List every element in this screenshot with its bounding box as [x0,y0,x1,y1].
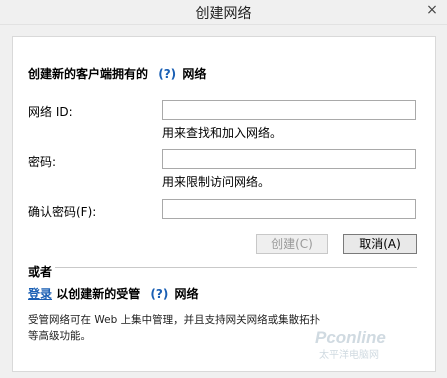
section-managed-heading: 登录 以创建新的受管 (?) 网络 [28,285,199,302]
network-id-input[interactable] [162,100,416,120]
managed-network-description: 受管网络可在 Web 上集中管理，并且支持网关网络或集散拓扑等高级功能。 [28,314,321,342]
cancel-button[interactable]: 取消(A) [343,234,417,254]
dialog-panel: 创建新的客户端拥有的 (?) 网络 网络 ID: 用来查找和加入网络。 密码: … [12,36,436,372]
section-managed-text: 以创建新的受管 [56,287,141,301]
password-label: 密码: [28,155,57,169]
section-divider [28,267,417,268]
password-hint: 用来限制访问网络。 [162,175,271,189]
help-link-client-network[interactable]: (?) [158,67,176,81]
network-id-hint: 用来查找和加入网络。 [162,126,283,140]
or-label: 或者 [28,263,56,280]
section-create-heading-text: 创建新的客户端拥有的 [28,67,149,81]
login-link[interactable]: 登录 [28,287,52,301]
confirm-password-label: 确认密码(F): [28,205,97,219]
section-create-heading-suffix: 网络 [182,67,207,81]
password-input[interactable] [162,149,416,169]
watermark-sub: 太平洋电脑网 [319,348,379,361]
create-button[interactable]: 创建(C) [256,234,328,254]
confirm-password-input[interactable] [162,199,416,219]
pconline-watermark: Pconline 太平洋电脑网 [315,328,386,361]
watermark-brand: Pconline [315,328,386,347]
section-create-heading: 创建新的客户端拥有的 (?) 网络 [28,65,206,82]
section-managed-suffix: 网络 [174,287,199,301]
title-bar: 创建网络 × [0,0,447,25]
close-button[interactable]: × [417,0,447,22]
network-id-label: 网络 ID: [28,105,73,119]
window-title: 创建网络 [195,6,252,22]
help-link-managed-network[interactable]: (?) [150,287,168,301]
